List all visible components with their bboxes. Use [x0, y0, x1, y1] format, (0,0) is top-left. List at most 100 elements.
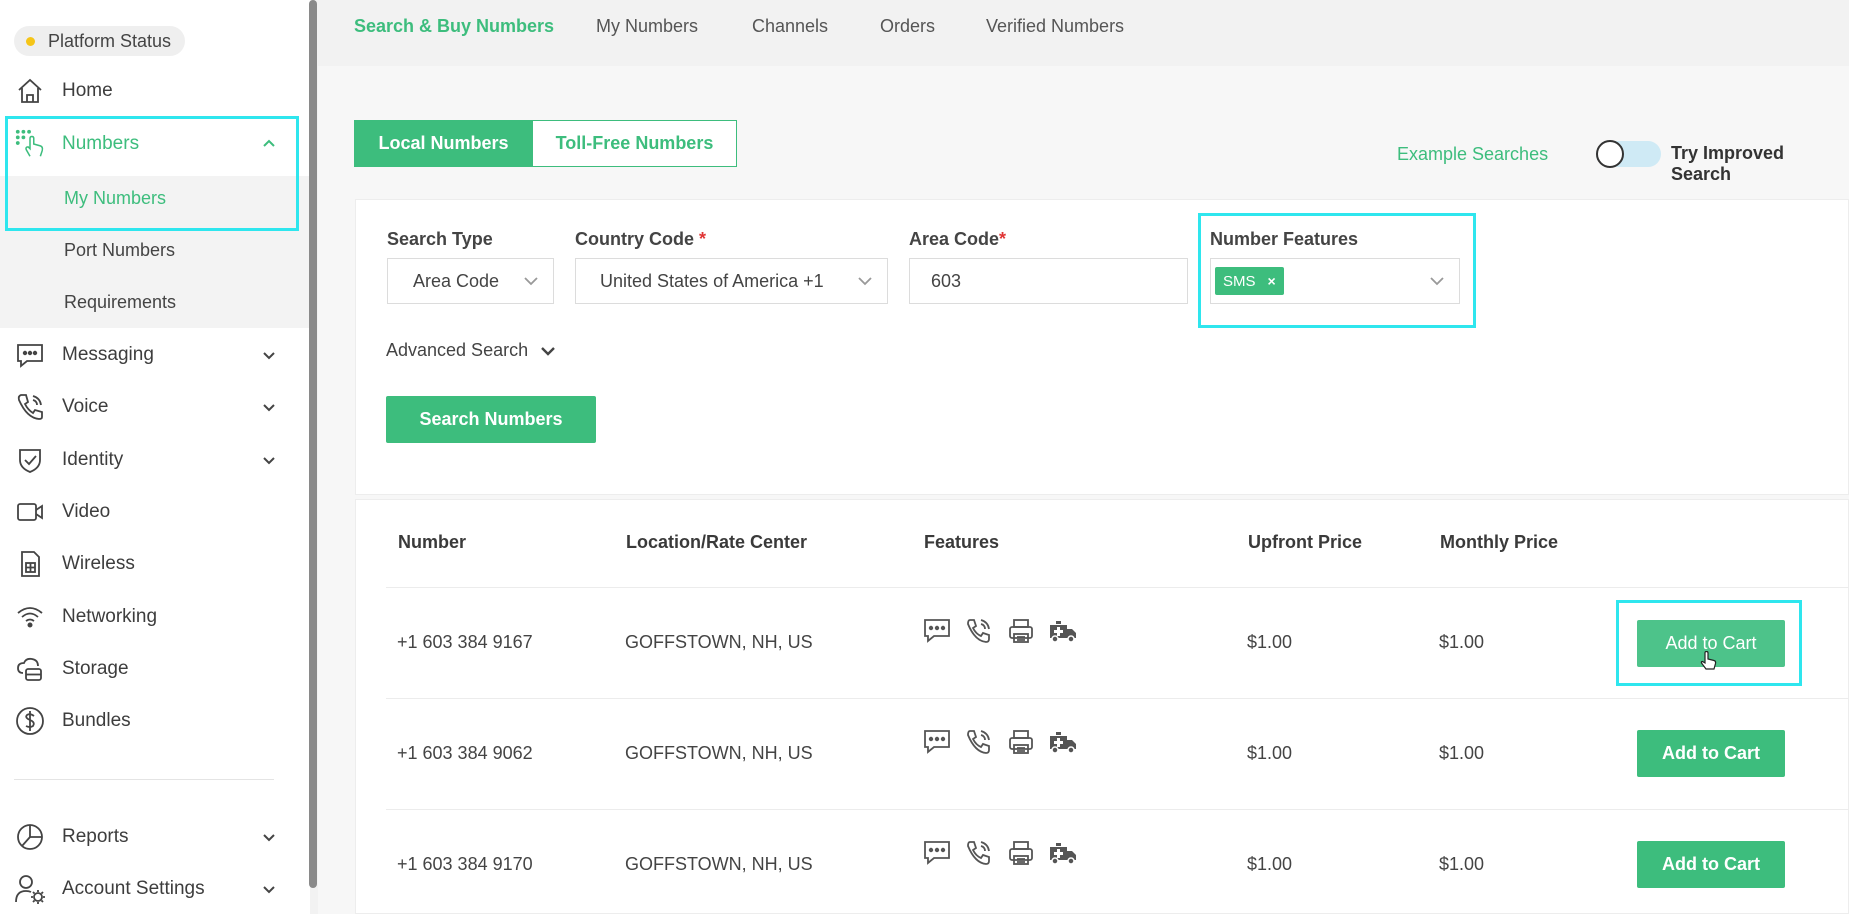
- monthly-price-cell: $1.00: [1439, 743, 1485, 763]
- sidebar-item-voice[interactable]: Voice: [0, 381, 310, 433]
- user-gear-icon: [14, 873, 46, 905]
- number-cell: +1 603 384 9167: [397, 632, 533, 652]
- tab-my-numbers[interactable]: My Numbers: [596, 16, 698, 37]
- sidebar-item-home[interactable]: Home: [0, 65, 310, 117]
- video-camera-icon: [14, 496, 46, 528]
- tab-orders[interactable]: Orders: [880, 16, 935, 37]
- local-numbers-tab[interactable]: Local Numbers: [354, 120, 533, 167]
- monthly-price-cell: $1.00: [1439, 854, 1485, 874]
- area-code-input[interactable]: 603: [909, 258, 1188, 304]
- chevron-down-icon: [857, 273, 873, 289]
- voice-icon: [964, 728, 994, 756]
- advanced-search-toggle[interactable]: Advanced Search: [386, 340, 556, 361]
- sidebar-subitem-requirements[interactable]: Requirements: [64, 292, 176, 313]
- platform-status-pill[interactable]: Platform Status: [14, 26, 186, 56]
- tab-channels[interactable]: Channels: [752, 16, 828, 37]
- features-cell: [922, 617, 1078, 645]
- search-type-label: Search Type: [387, 229, 493, 249]
- close-icon[interactable]: ×: [1268, 273, 1276, 289]
- wifi-icon: [14, 601, 46, 633]
- row-divider: [386, 809, 1849, 810]
- number-features-label: Number Features: [1210, 229, 1359, 249]
- sidebar-item-label: Wireless: [62, 553, 135, 574]
- status-dot-icon: [26, 36, 35, 46]
- shield-check-icon: [14, 444, 46, 476]
- sms-icon: [922, 617, 952, 645]
- sidebar-item-reports[interactable]: Reports: [0, 811, 310, 863]
- sidebar-subitem-my-numbers[interactable]: My Numbers: [64, 188, 166, 209]
- upfront-price-cell: $1.00: [1247, 854, 1293, 874]
- voice-icon: [964, 839, 994, 867]
- features-cell: [922, 728, 1078, 756]
- sidebar-item-account-settings[interactable]: Account Settings: [0, 863, 310, 914]
- toll-free-numbers-tab[interactable]: Toll-Free Numbers: [532, 120, 737, 167]
- column-header-number: Number: [398, 532, 467, 552]
- sidebar-item-label: Identity: [62, 449, 124, 470]
- chevron-down-icon: [260, 346, 278, 364]
- sidebar-subitem-port-numbers[interactable]: Port Numbers: [64, 240, 175, 261]
- area-code-value: 603: [931, 270, 962, 291]
- country-code-select[interactable]: United States of America +1: [575, 258, 888, 304]
- required-mark: *: [699, 229, 707, 249]
- sidebar-item-identity[interactable]: Identity: [0, 434, 310, 486]
- emergency-icon: [1048, 617, 1078, 645]
- sidebar-item-wireless[interactable]: Wireless: [0, 538, 310, 590]
- sidebar-item-label: Home: [62, 80, 113, 101]
- tab-search-buy-numbers[interactable]: Search & Buy Numbers: [354, 16, 554, 37]
- location-cell: GOFFSTOWN, NH, US: [625, 743, 813, 763]
- sms-icon: [922, 728, 952, 756]
- country-code-value: United States of America +1: [600, 270, 824, 291]
- phone-icon: [14, 391, 46, 423]
- sidebar-item-bundles[interactable]: Bundles: [0, 695, 310, 747]
- search-type-select[interactable]: Area Code: [387, 258, 554, 304]
- chevron-up-icon: [260, 135, 278, 153]
- sidebar: Platform Status Home Numbers My Numbers …: [0, 0, 310, 914]
- upfront-price-cell: $1.00: [1247, 743, 1293, 763]
- country-code-label-text: Country Code: [575, 229, 694, 249]
- sidebar-item-video[interactable]: Video: [0, 486, 310, 538]
- platform-status-label: Platform Status: [48, 30, 172, 51]
- search-numbers-button[interactable]: Search Numbers: [386, 396, 596, 443]
- country-code-label: Country Code *: [575, 229, 706, 250]
- row-divider: [386, 698, 1849, 699]
- dialpad-hand-icon: [14, 128, 46, 160]
- fax-icon: [1006, 839, 1036, 867]
- example-searches-link[interactable]: Example Searches: [1397, 144, 1548, 165]
- chevron-down-icon: [260, 451, 278, 469]
- sms-icon: [922, 839, 952, 867]
- results-card: [355, 499, 1849, 914]
- chevron-down-icon: [523, 273, 539, 289]
- fax-icon: [1006, 728, 1036, 756]
- features-cell: [922, 839, 1078, 867]
- tab-verified-numbers[interactable]: Verified Numbers: [986, 16, 1124, 37]
- sidebar-item-networking[interactable]: Networking: [0, 591, 310, 643]
- feature-chip-label: SMS: [1223, 272, 1256, 290]
- improved-search-toggle[interactable]: [1596, 140, 1661, 168]
- feature-chip-sms: SMS ×: [1215, 267, 1284, 295]
- sidebar-item-label: Video: [62, 501, 111, 522]
- sidebar-item-label: Voice: [62, 396, 109, 417]
- area-code-label: Area Code*: [909, 229, 1006, 250]
- sidebar-item-storage[interactable]: Storage: [0, 643, 310, 695]
- location-cell: GOFFSTOWN, NH, US: [625, 854, 813, 874]
- emergency-icon: [1048, 728, 1078, 756]
- sidebar-item-label: Account Settings: [62, 878, 205, 899]
- sidebar-item-numbers[interactable]: Numbers: [0, 118, 310, 170]
- sidebar-scrollbar[interactable]: [309, 0, 317, 888]
- sim-card-icon: [14, 548, 46, 580]
- required-mark: *: [999, 229, 1007, 249]
- chevron-down-icon: [260, 398, 278, 416]
- add-to-cart-button[interactable]: Add to Cart: [1637, 841, 1785, 888]
- pie-chart-icon: [14, 821, 46, 853]
- improved-search-label: Try Improved Search: [1671, 143, 1785, 184]
- advanced-search-label: Advanced Search: [386, 340, 529, 360]
- dollar-circle-icon: [14, 705, 46, 737]
- voice-icon: [964, 617, 994, 645]
- sidebar-item-messaging[interactable]: Messaging: [0, 329, 310, 381]
- sidebar-divider: [14, 779, 274, 780]
- chevron-down-icon: [540, 343, 556, 359]
- chevron-down-icon: [260, 880, 278, 898]
- add-to-cart-button[interactable]: Add to Cart: [1637, 730, 1785, 777]
- sidebar-item-label: Numbers: [62, 133, 140, 154]
- area-code-label-text: Area Code: [909, 229, 1000, 249]
